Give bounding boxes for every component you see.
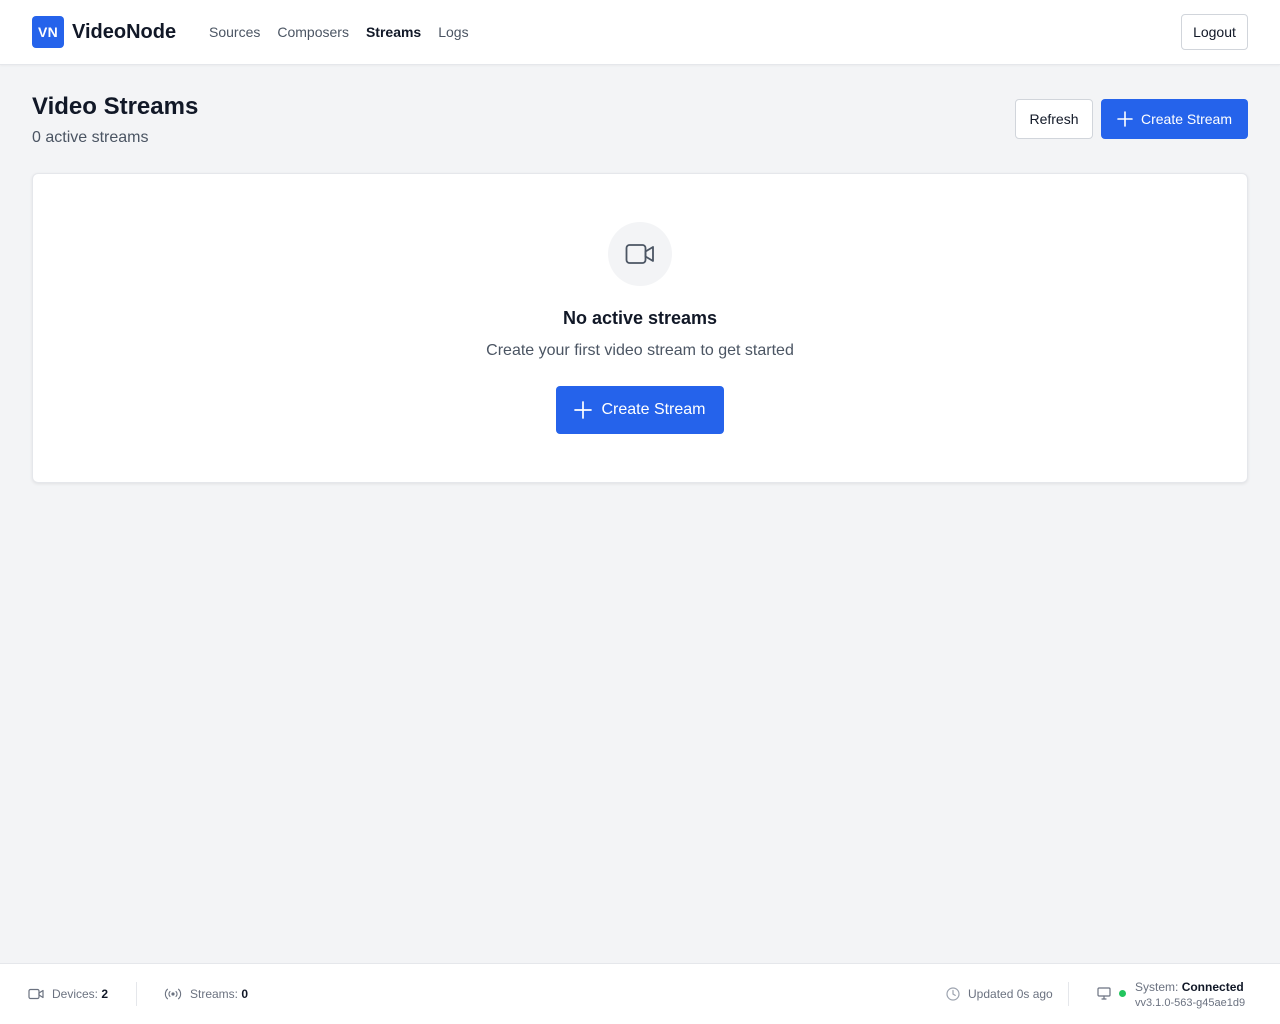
create-stream-label: Create Stream xyxy=(601,401,706,418)
footer-divider xyxy=(1068,982,1069,1006)
system-indicator xyxy=(1097,987,1126,1000)
streams-status: Streams: 0 xyxy=(164,987,248,1001)
app-name[interactable]: VideoNode xyxy=(72,19,176,45)
nav-item-composers[interactable]: Composers xyxy=(277,22,349,42)
system-value: Connected xyxy=(1181,980,1244,994)
plus-icon xyxy=(1117,111,1133,127)
create-stream-button-empty[interactable]: Create Stream xyxy=(556,386,724,434)
video-camera-icon xyxy=(28,988,44,1000)
devices-count: 2 xyxy=(101,987,109,1001)
footer-divider xyxy=(136,982,137,1006)
devices-label: Devices: xyxy=(52,987,99,1001)
system-status: System: Connected vv3.1.0-563-g45ae1d9 xyxy=(1135,979,1245,1011)
empty-state-title: No active streams xyxy=(562,308,718,328)
status-bar: Devices: 2 Streams: 0 Updated 0s ago Sys… xyxy=(0,963,1280,1024)
plus-icon xyxy=(574,401,593,419)
create-stream-button[interactable]: Create Stream xyxy=(1101,99,1248,139)
updated-text: Updated 0s ago xyxy=(968,987,1053,1001)
video-camera-icon xyxy=(625,244,654,264)
version-text: vv3.1.0-563-g45ae1d9 xyxy=(1135,997,1246,1009)
empty-state-description: Create your first video stream to get st… xyxy=(486,342,794,359)
main-nav: Sources Composers Streams Logs xyxy=(209,22,469,42)
streams-label: Streams: xyxy=(190,987,239,1001)
clock-icon xyxy=(946,987,960,1001)
nav-item-sources[interactable]: Sources xyxy=(209,22,260,42)
broadcast-icon xyxy=(164,988,182,1000)
create-stream-label: Create Stream xyxy=(1140,111,1233,127)
top-nav-bar: VN VideoNode Sources Composers Streams L… xyxy=(0,0,1280,65)
nav-item-streams[interactable]: Streams xyxy=(366,22,421,42)
refresh-button[interactable]: Refresh xyxy=(1015,99,1093,139)
connection-status-dot xyxy=(1119,990,1126,997)
streams-count: 0 xyxy=(241,987,249,1001)
active-streams-count: 0 active streams xyxy=(32,129,149,146)
logout-button[interactable]: Logout xyxy=(1181,14,1248,50)
monitor-icon xyxy=(1097,987,1111,1000)
logo-badge: VN xyxy=(32,16,64,48)
devices-status: Devices: 2 xyxy=(28,987,108,1001)
page-title: Video Streams xyxy=(32,93,199,120)
empty-state-icon-circle xyxy=(608,222,672,286)
streams-empty-card: No active streams Create your first vide… xyxy=(32,173,1248,483)
system-label: System: xyxy=(1135,980,1179,994)
updated-status: Updated 0s ago xyxy=(946,987,1053,1001)
nav-item-logs[interactable]: Logs xyxy=(438,22,468,42)
